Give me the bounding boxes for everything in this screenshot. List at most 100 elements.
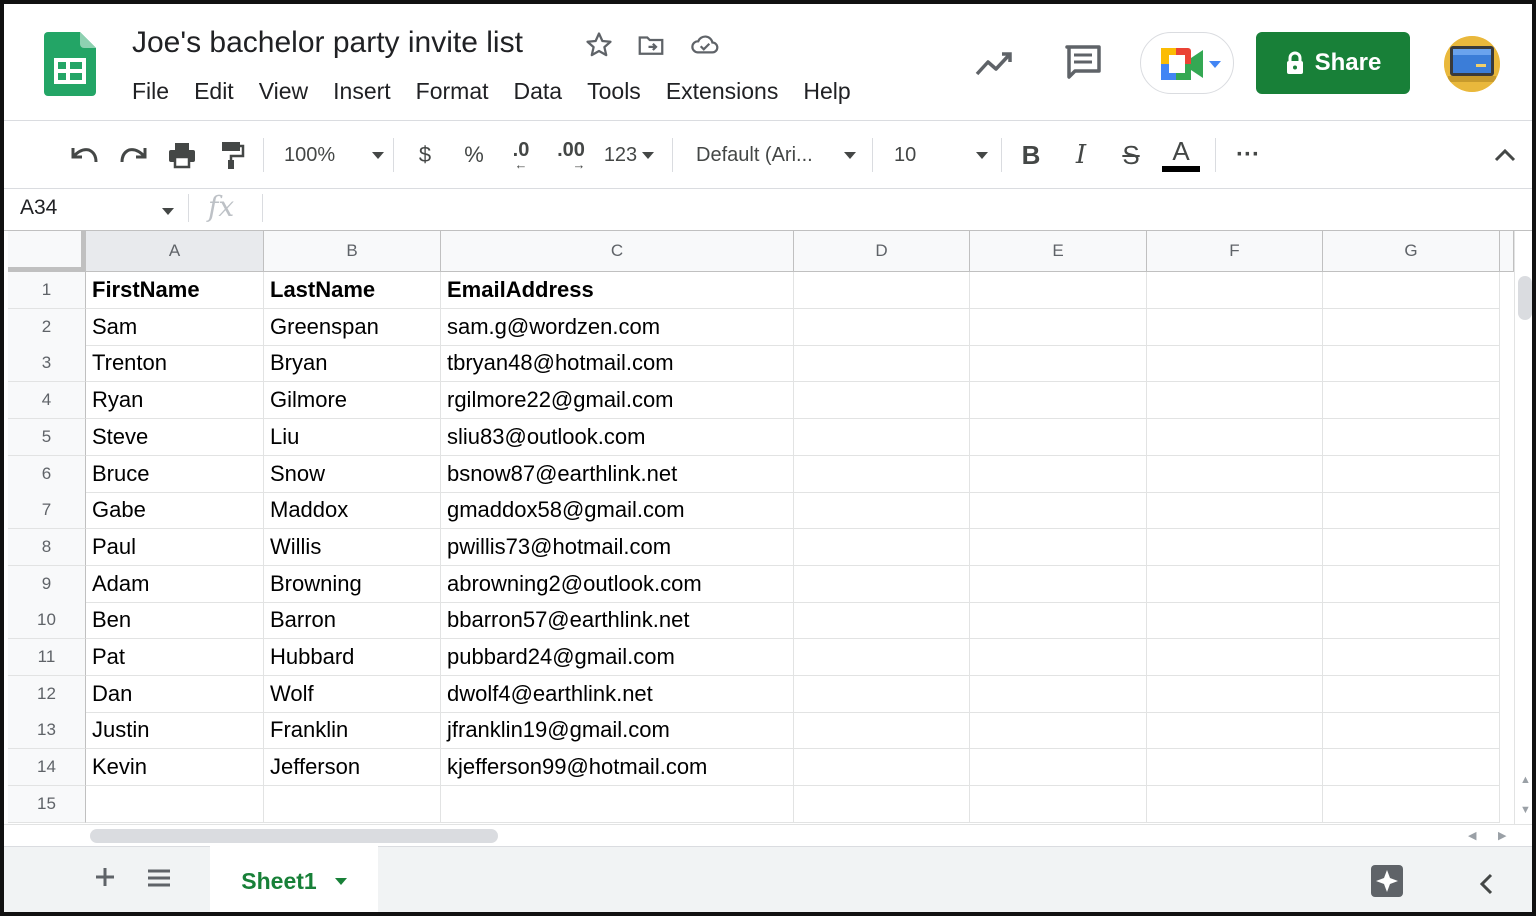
google-meet-button[interactable] bbox=[1140, 32, 1234, 94]
cell-e5[interactable] bbox=[970, 418, 1147, 456]
cell-c7[interactable]: gmaddox58@gmail.com bbox=[441, 492, 794, 530]
redo-icon[interactable] bbox=[114, 122, 154, 188]
cell-d4[interactable] bbox=[794, 382, 970, 420]
cell-e2[interactable] bbox=[970, 308, 1147, 346]
cell-f15[interactable] bbox=[1147, 785, 1323, 823]
cell-c10[interactable]: bbarron57@earthlink.net bbox=[441, 602, 794, 640]
more-formats-button[interactable]: 123 bbox=[600, 122, 658, 188]
vertical-scroll-thumb[interactable] bbox=[1518, 276, 1532, 320]
more-options-button[interactable]: ··· bbox=[1230, 122, 1266, 188]
chevron-down-icon[interactable] bbox=[334, 877, 347, 885]
menu-tools[interactable]: Tools bbox=[587, 76, 641, 107]
row-header[interactable]: 15 bbox=[8, 785, 86, 823]
print-icon[interactable] bbox=[162, 122, 202, 188]
cell-b12[interactable]: Wolf bbox=[264, 675, 441, 713]
cell-b1[interactable]: LastName bbox=[264, 272, 441, 309]
cell-b9[interactable]: Browning bbox=[264, 565, 441, 603]
cell-f4[interactable] bbox=[1147, 382, 1323, 420]
cell-c8[interactable]: pwillis73@hotmail.com bbox=[441, 528, 794, 566]
cell-c1[interactable]: EmailAddress bbox=[441, 272, 794, 309]
text-color-button[interactable]: A bbox=[1160, 122, 1202, 188]
cell-d5[interactable] bbox=[794, 418, 970, 456]
cell-g3[interactable] bbox=[1323, 345, 1500, 383]
cell-e12[interactable] bbox=[970, 675, 1147, 713]
cell-d7[interactable] bbox=[794, 492, 970, 530]
increase-decimal-button[interactable]: .00 → bbox=[551, 122, 591, 188]
sheets-logo-icon[interactable] bbox=[44, 32, 96, 96]
document-title[interactable]: Joe's bachelor party invite list bbox=[132, 26, 523, 60]
currency-format-button[interactable]: $ bbox=[410, 122, 440, 188]
cell-c15[interactable] bbox=[441, 785, 794, 823]
cell-g13[interactable] bbox=[1323, 712, 1500, 750]
name-box[interactable]: A34 bbox=[20, 196, 57, 220]
scroll-up-icon[interactable]: ▲ bbox=[1520, 774, 1531, 786]
cell-e8[interactable] bbox=[970, 528, 1147, 566]
cell-g7[interactable] bbox=[1323, 492, 1500, 530]
cell-d8[interactable] bbox=[794, 528, 970, 566]
row-header[interactable]: 10 bbox=[8, 602, 86, 640]
cell-a7[interactable]: Gabe bbox=[86, 492, 264, 530]
cell-d14[interactable] bbox=[794, 749, 970, 787]
bold-button[interactable]: B bbox=[1014, 122, 1048, 188]
cell-f12[interactable] bbox=[1147, 675, 1323, 713]
scroll-down-icon[interactable]: ▼ bbox=[1520, 804, 1531, 816]
cell-f10[interactable] bbox=[1147, 602, 1323, 640]
menu-format[interactable]: Format bbox=[416, 76, 489, 107]
cell-d9[interactable] bbox=[794, 565, 970, 603]
cell-g9[interactable] bbox=[1323, 565, 1500, 603]
cell-a12[interactable]: Dan bbox=[86, 675, 264, 713]
percent-format-button[interactable]: % bbox=[459, 122, 489, 188]
move-to-folder-icon[interactable] bbox=[636, 30, 666, 60]
menu-edit[interactable]: Edit bbox=[194, 76, 234, 107]
cell-c12[interactable]: dwolf4@earthlink.net bbox=[441, 675, 794, 713]
add-sheet-icon[interactable] bbox=[94, 866, 116, 893]
collapse-toolbar-icon[interactable] bbox=[1488, 122, 1522, 188]
italic-button[interactable]: I bbox=[1064, 122, 1098, 188]
cell-e14[interactable] bbox=[970, 749, 1147, 787]
cell-e15[interactable] bbox=[970, 785, 1147, 823]
row-header[interactable]: 2 bbox=[8, 308, 86, 346]
row-header[interactable]: 13 bbox=[8, 712, 86, 750]
column-header-g[interactable]: G bbox=[1323, 231, 1500, 272]
row-header[interactable]: 9 bbox=[8, 565, 86, 603]
all-sheets-icon[interactable] bbox=[147, 868, 171, 893]
activity-trend-icon[interactable] bbox=[974, 46, 1014, 85]
cell-c3[interactable]: tbryan48@hotmail.com bbox=[441, 345, 794, 383]
comments-icon[interactable] bbox=[1064, 44, 1104, 85]
cloud-status-icon[interactable] bbox=[689, 30, 719, 60]
scroll-right-icon[interactable]: ▶ bbox=[1498, 829, 1506, 842]
cell-e10[interactable] bbox=[970, 602, 1147, 640]
cell-e9[interactable] bbox=[970, 565, 1147, 603]
cell-d13[interactable] bbox=[794, 712, 970, 750]
sheet-tab-sheet1[interactable]: Sheet1 bbox=[210, 846, 378, 912]
cell-f7[interactable] bbox=[1147, 492, 1323, 530]
strikethrough-button[interactable]: S bbox=[1114, 122, 1148, 188]
cell-b8[interactable]: Willis bbox=[264, 528, 441, 566]
cell-d2[interactable] bbox=[794, 308, 970, 346]
cell-a3[interactable]: Trenton bbox=[86, 345, 264, 383]
cell-b15[interactable] bbox=[264, 785, 441, 823]
cell-f8[interactable] bbox=[1147, 528, 1323, 566]
column-header-c[interactable]: C bbox=[441, 231, 794, 272]
cell-g6[interactable] bbox=[1323, 455, 1500, 493]
cell-a14[interactable]: Kevin bbox=[86, 749, 264, 787]
cell-d1[interactable] bbox=[794, 272, 970, 309]
cell-a4[interactable]: Ryan bbox=[86, 382, 264, 420]
paint-format-icon[interactable] bbox=[212, 122, 252, 188]
cell-c2[interactable]: sam.g@wordzen.com bbox=[441, 308, 794, 346]
cell-g10[interactable] bbox=[1323, 602, 1500, 640]
cell-a11[interactable]: Pat bbox=[86, 639, 264, 676]
menu-file[interactable]: File bbox=[132, 76, 169, 107]
menu-view[interactable]: View bbox=[259, 76, 308, 107]
cell-g5[interactable] bbox=[1323, 418, 1500, 456]
cell-b4[interactable]: Gilmore bbox=[264, 382, 441, 420]
row-header[interactable]: 6 bbox=[8, 455, 86, 493]
cell-a8[interactable]: Paul bbox=[86, 528, 264, 566]
cell-e13[interactable] bbox=[970, 712, 1147, 750]
row-header[interactable]: 5 bbox=[8, 418, 86, 456]
cell-b11[interactable]: Hubbard bbox=[264, 639, 441, 676]
cell-b5[interactable]: Liu bbox=[264, 418, 441, 456]
cell-c6[interactable]: bsnow87@earthlink.net bbox=[441, 455, 794, 493]
cell-b2[interactable]: Greenspan bbox=[264, 308, 441, 346]
cell-g2[interactable] bbox=[1323, 308, 1500, 346]
